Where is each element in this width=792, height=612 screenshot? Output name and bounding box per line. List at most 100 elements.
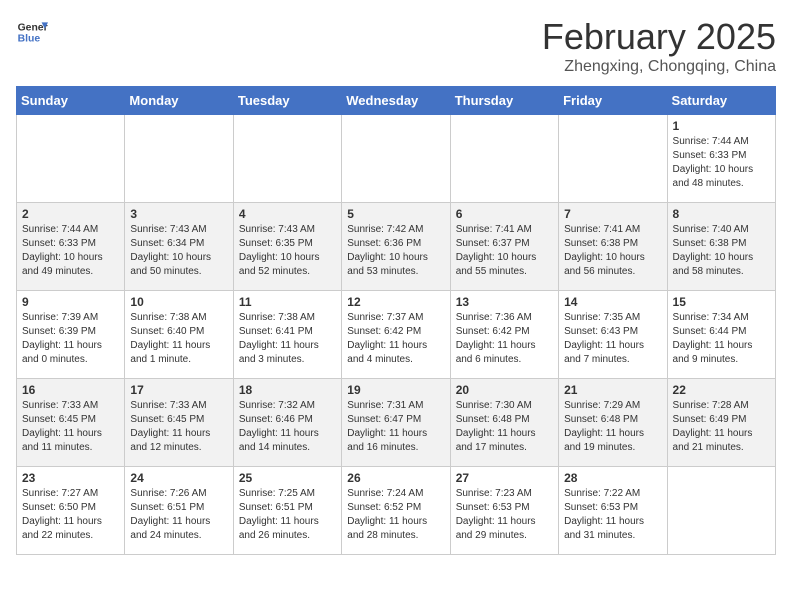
calendar-week-row: 16 Sunrise: 7:33 AM Sunset: 6:45 PM Dayli…	[17, 379, 776, 467]
day-number: 27	[456, 471, 553, 485]
calendar-cell: 23 Sunrise: 7:27 AM Sunset: 6:50 PM Dayli…	[17, 467, 125, 555]
calendar-cell: 14 Sunrise: 7:35 AM Sunset: 6:43 PM Dayli…	[559, 291, 667, 379]
day-info: Sunrise: 7:25 AM Sunset: 6:51 PM Dayligh…	[239, 487, 336, 543]
weekday-header-tuesday: Tuesday	[233, 87, 341, 115]
calendar-cell: 6Sunrise: 7:41 AM Sunset: 6:37 PM Daylig…	[450, 203, 558, 291]
calendar-cell: 8 Sunrise: 7:40 AM Sunset: 6:38 PM Daylig…	[667, 203, 775, 291]
title-area: February 2025 Zhengxing, Chongqing, Chin…	[542, 16, 776, 76]
calendar-week-row: 2 Sunrise: 7:44 AM Sunset: 6:33 PM Daylig…	[17, 203, 776, 291]
day-number: 3	[130, 207, 227, 221]
day-number: 18	[239, 383, 336, 397]
month-title: February 2025	[542, 16, 776, 58]
day-number: 25	[239, 471, 336, 485]
calendar-cell: 10 Sunrise: 7:38 AM Sunset: 6:40 PM Dayli…	[125, 291, 233, 379]
day-info: Sunrise: 7:26 AM Sunset: 6:51 PM Dayligh…	[130, 487, 227, 543]
calendar-cell: 3 Sunrise: 7:43 AM Sunset: 6:34 PM Daylig…	[125, 203, 233, 291]
day-info: Sunrise: 7:35 AM Sunset: 6:43 PM Dayligh…	[564, 311, 661, 367]
logo-icon: General Blue	[16, 16, 48, 48]
calendar-cell: 21Sunrise: 7:29 AM Sunset: 6:48 PM Dayli…	[559, 379, 667, 467]
day-number: 4	[239, 207, 336, 221]
day-info: Sunrise: 7:41 AM Sunset: 6:38 PM Dayligh…	[564, 223, 661, 279]
day-info: Sunrise: 7:32 AM Sunset: 6:46 PM Dayligh…	[239, 399, 336, 455]
day-info: Sunrise: 7:28 AM Sunset: 6:49 PM Dayligh…	[673, 399, 770, 455]
weekday-header-wednesday: Wednesday	[342, 87, 450, 115]
calendar-cell: 2 Sunrise: 7:44 AM Sunset: 6:33 PM Daylig…	[17, 203, 125, 291]
calendar-week-row: 23 Sunrise: 7:27 AM Sunset: 6:50 PM Dayli…	[17, 467, 776, 555]
day-info: Sunrise: 7:37 AM Sunset: 6:42 PM Dayligh…	[347, 311, 444, 367]
day-info: Sunrise: 7:43 AM Sunset: 6:35 PM Dayligh…	[239, 223, 336, 279]
weekday-header-sunday: Sunday	[17, 87, 125, 115]
day-number: 17	[130, 383, 227, 397]
day-info: Sunrise: 7:36 AM Sunset: 6:42 PM Dayligh…	[456, 311, 553, 367]
day-info: Sunrise: 7:27 AM Sunset: 6:50 PM Dayligh…	[22, 487, 119, 543]
day-info: Sunrise: 7:39 AM Sunset: 6:39 PM Dayligh…	[22, 311, 119, 367]
day-info: Sunrise: 7:31 AM Sunset: 6:47 PM Dayligh…	[347, 399, 444, 455]
day-info: Sunrise: 7:44 AM Sunset: 6:33 PM Dayligh…	[673, 135, 770, 191]
day-number: 2	[22, 207, 119, 221]
calendar-cell: 7 Sunrise: 7:41 AM Sunset: 6:38 PM Daylig…	[559, 203, 667, 291]
day-number: 15	[673, 295, 770, 309]
calendar-cell: 20 Sunrise: 7:30 AM Sunset: 6:48 PM Dayli…	[450, 379, 558, 467]
calendar-cell: 26 Sunrise: 7:24 AM Sunset: 6:52 PM Dayli…	[342, 467, 450, 555]
day-info: Sunrise: 7:40 AM Sunset: 6:38 PM Dayligh…	[673, 223, 770, 279]
calendar-cell: 9 Sunrise: 7:39 AM Sunset: 6:39 PM Daylig…	[17, 291, 125, 379]
calendar-cell: 17 Sunrise: 7:33 AM Sunset: 6:45 PM Dayli…	[125, 379, 233, 467]
day-info: Sunrise: 7:38 AM Sunset: 6:41 PM Dayligh…	[239, 311, 336, 367]
calendar-cell: 12 Sunrise: 7:37 AM Sunset: 6:42 PM Dayli…	[342, 291, 450, 379]
calendar-cell: 28 Sunrise: 7:22 AM Sunset: 6:53 PM Dayli…	[559, 467, 667, 555]
calendar-cell: 18 Sunrise: 7:32 AM Sunset: 6:46 PM Dayli…	[233, 379, 341, 467]
calendar-week-row: 1 Sunrise: 7:44 AM Sunset: 6:33 PM Daylig…	[17, 115, 776, 203]
day-number: 12	[347, 295, 444, 309]
day-info: Sunrise: 7:33 AM Sunset: 6:45 PM Dayligh…	[130, 399, 227, 455]
calendar-table: SundayMondayTuesdayWednesdayThursdayFrid…	[16, 86, 776, 555]
weekday-header-row: SundayMondayTuesdayWednesdayThursdayFrid…	[17, 87, 776, 115]
day-number: 8	[673, 207, 770, 221]
calendar-cell: 22 Sunrise: 7:28 AM Sunset: 6:49 PM Dayli…	[667, 379, 775, 467]
day-number: 16	[22, 383, 119, 397]
day-info: Sunrise: 7:38 AM Sunset: 6:40 PM Dayligh…	[130, 311, 227, 367]
day-info: Sunrise: 7:24 AM Sunset: 6:52 PM Dayligh…	[347, 487, 444, 543]
day-info: Sunrise: 7:44 AM Sunset: 6:33 PM Dayligh…	[22, 223, 119, 279]
day-number: 22	[673, 383, 770, 397]
day-number: 23	[22, 471, 119, 485]
calendar-cell: 13 Sunrise: 7:36 AM Sunset: 6:42 PM Dayli…	[450, 291, 558, 379]
calendar-cell	[125, 115, 233, 203]
day-info: Sunrise: 7:23 AM Sunset: 6:53 PM Dayligh…	[456, 487, 553, 543]
day-number: 10	[130, 295, 227, 309]
weekday-header-monday: Monday	[125, 87, 233, 115]
calendar-cell	[233, 115, 341, 203]
day-number: 19	[347, 383, 444, 397]
svg-text:Blue: Blue	[18, 34, 41, 45]
weekday-header-friday: Friday	[559, 87, 667, 115]
day-number: 5	[347, 207, 444, 221]
day-info: Sunrise: 7:34 AM Sunset: 6:44 PM Dayligh…	[673, 311, 770, 367]
calendar-week-row: 9 Sunrise: 7:39 AM Sunset: 6:39 PM Daylig…	[17, 291, 776, 379]
day-info: Sunrise: 7:43 AM Sunset: 6:34 PM Dayligh…	[130, 223, 227, 279]
day-info: Sunrise: 7:30 AM Sunset: 6:48 PM Dayligh…	[456, 399, 553, 455]
calendar-cell	[667, 467, 775, 555]
calendar-cell: 19 Sunrise: 7:31 AM Sunset: 6:47 PM Dayli…	[342, 379, 450, 467]
day-info: Sunrise: 7:42 AM Sunset: 6:36 PM Dayligh…	[347, 223, 444, 279]
day-number: 20	[456, 383, 553, 397]
day-number: 11	[239, 295, 336, 309]
day-number: 28	[564, 471, 661, 485]
calendar-cell: 5 Sunrise: 7:42 AM Sunset: 6:36 PM Daylig…	[342, 203, 450, 291]
day-number: 13	[456, 295, 553, 309]
calendar-cell: 1 Sunrise: 7:44 AM Sunset: 6:33 PM Daylig…	[667, 115, 775, 203]
calendar-cell: 16 Sunrise: 7:33 AM Sunset: 6:45 PM Dayli…	[17, 379, 125, 467]
day-number: 7	[564, 207, 661, 221]
calendar-cell: 24 Sunrise: 7:26 AM Sunset: 6:51 PM Dayli…	[125, 467, 233, 555]
calendar-cell: 25 Sunrise: 7:25 AM Sunset: 6:51 PM Dayli…	[233, 467, 341, 555]
day-number: 26	[347, 471, 444, 485]
day-info: Sunrise: 7:33 AM Sunset: 6:45 PM Dayligh…	[22, 399, 119, 455]
calendar-cell	[17, 115, 125, 203]
day-number: 14	[564, 295, 661, 309]
day-info: Sunrise: 7:29 AM Sunset: 6:48 PM Dayligh…	[564, 399, 661, 455]
day-number: 24	[130, 471, 227, 485]
day-number: 9	[22, 295, 119, 309]
day-info: Sunrise: 7:22 AM Sunset: 6:53 PM Dayligh…	[564, 487, 661, 543]
calendar-cell: 27 Sunrise: 7:23 AM Sunset: 6:53 PM Dayli…	[450, 467, 558, 555]
logo: General Blue	[16, 16, 48, 48]
day-number: 6	[456, 207, 553, 221]
day-number: 1	[673, 119, 770, 133]
